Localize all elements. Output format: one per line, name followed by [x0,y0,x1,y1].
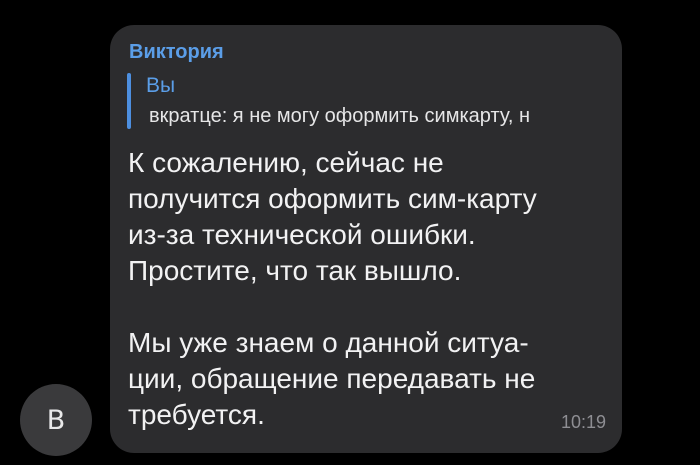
message-line: ции, обращение передавать не [128,363,536,394]
avatar-letter: В [46,404,66,436]
message-text: К сожалению, сейчас не получится оформит… [128,145,603,433]
reply-quote[interactable]: Вы вкратце: я не могу оформить симкарту,… [127,71,619,129]
reply-accent-bar [127,73,131,129]
message-line: получится оформить сим-карту [128,183,537,214]
chat-screen: В Виктория Вы вкратце: я не могу оформит… [0,0,700,465]
message-line: требуется. [128,399,265,430]
sender-name[interactable]: Виктория [129,41,224,64]
message-line: К сожалению, сейчас не [128,147,444,178]
reply-author: Вы [146,74,176,97]
message-line: Простите, что так вышло. [128,255,462,286]
message-bubble[interactable]: Виктория Вы вкратце: я не могу оформить … [110,25,622,453]
message-timestamp: 10:19 [560,412,606,432]
message-line: из-за технической ошибки. [128,219,476,250]
reply-text: вкратце: я не могу оформить симкарту, н [149,105,530,127]
message-line [128,289,603,325]
message-line: Мы уже знаем о данной ситуа- [128,327,529,358]
avatar[interactable]: В [20,384,92,456]
